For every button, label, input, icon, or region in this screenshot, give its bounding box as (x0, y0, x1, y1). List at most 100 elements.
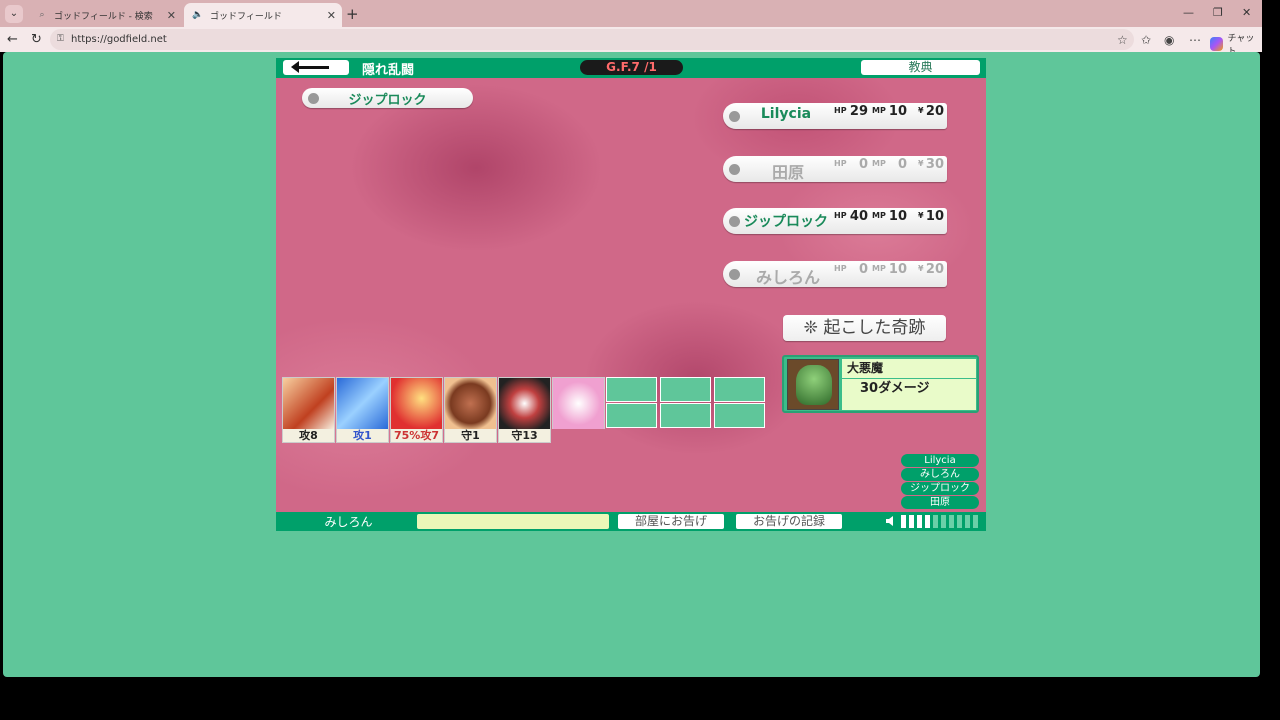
reload-icon[interactable]: ↻ (31, 32, 42, 47)
empty-card-slot (606, 403, 657, 428)
kyoten-button[interactable]: 教典 (861, 60, 980, 75)
game-frame: 隠れ乱闘 G.F.7 /1 教典 ジップロック Lilycia HP 29 MP 10 ¥… (276, 58, 986, 531)
tab-title: ゴッドフィールド - 検索 (54, 11, 153, 22)
player-panel[interactable]: Lilycia HP 29 MP 10 ¥20 (723, 103, 947, 129)
hand-card[interactable] (552, 377, 605, 429)
volume-step[interactable] (949, 515, 954, 528)
card-art (283, 378, 334, 429)
game-top-bar: 隠れ乱闘 G.F.7 /1 教典 (276, 58, 986, 78)
money-value: 30 (925, 157, 944, 172)
volume-step[interactable] (909, 515, 914, 528)
battle-field: ジップロック Lilycia HP 29 MP 10 ¥20 田原 HP 0 MP 0 ¥30 ジップロ… (276, 78, 986, 512)
empty-card-slot (714, 377, 765, 402)
player-name: みしろん (755, 268, 820, 287)
card-art (337, 378, 388, 429)
tab-title: ゴッドフィールド (210, 11, 282, 22)
hp-value: 29 (849, 104, 868, 119)
miracle-event-panel: 大悪魔 30ダメージ (782, 355, 979, 413)
self-player-pill[interactable]: ジップロック (302, 88, 473, 108)
player-panel[interactable]: 田原 HP 0 MP 0 ¥30 (723, 156, 947, 182)
back-button[interactable] (283, 60, 349, 75)
money-value: 20 (925, 104, 944, 119)
minimize-icon[interactable]: — (1183, 6, 1194, 19)
name-list-item[interactable]: Lilycia (901, 454, 979, 467)
mp-value: 0 (897, 157, 907, 172)
player-panel[interactable]: みしろん HP 0 MP 10 ¥20 (723, 261, 947, 287)
event-name: 大悪魔 (842, 359, 976, 378)
close-icon[interactable]: ✕ (167, 9, 176, 22)
more-menu-icon[interactable]: ⋯ (1189, 33, 1201, 47)
money-label: ¥ (918, 159, 924, 168)
hp-label: HP (834, 264, 847, 273)
my-name: みしろん (324, 515, 373, 529)
empty-card-slot (660, 377, 711, 402)
money-label: ¥ (918, 211, 924, 220)
volume-step[interactable] (941, 515, 946, 528)
hand-card[interactable]: 守1 (444, 377, 497, 443)
tab-bar: ⌄ ⌕ ゴッドフィールド - 検索 ✕ 🔈 ゴッドフィールド ✕ + — ❐ ✕ (0, 0, 1262, 27)
player-name: 田原 (771, 163, 804, 182)
search-icon: ⌕ (39, 10, 45, 20)
mp-label: MP (872, 106, 886, 115)
volume-step[interactable] (925, 515, 930, 528)
profile-icon[interactable]: ◉ (1164, 33, 1174, 47)
volume-step[interactable] (957, 515, 962, 528)
restore-icon[interactable]: ❐ (1213, 6, 1223, 19)
empty-card-slot (606, 377, 657, 402)
card-art (499, 378, 550, 429)
site-info-icon[interactable]: ⚿ (57, 29, 64, 50)
volume-step[interactable] (933, 515, 938, 528)
new-tab-button[interactable]: + (346, 5, 359, 23)
speaker-icon: 🔈 (192, 10, 204, 20)
card-label: 攻8 (283, 429, 334, 442)
hand-card[interactable]: 攻1 (336, 377, 389, 443)
empty-card-slot (714, 403, 765, 428)
screen-edge (1262, 0, 1280, 680)
back-icon[interactable]: ← (7, 32, 18, 47)
card-art (553, 378, 604, 429)
volume-step[interactable] (917, 515, 922, 528)
close-window-icon[interactable]: ✕ (1242, 6, 1251, 19)
announce-input[interactable] (417, 514, 609, 529)
demon-icon (796, 365, 832, 405)
game-bottom-bar: みしろん 部屋にお告げ お告げの記録 (276, 512, 986, 531)
volume-step[interactable] (965, 515, 970, 528)
volume-step[interactable] (901, 515, 906, 528)
close-icon[interactable]: ✕ (327, 9, 336, 22)
hp-value: 0 (858, 157, 868, 172)
hp-label: HP (834, 106, 847, 115)
hand-card[interactable]: 攻8 (282, 377, 335, 443)
copilot-icon (1210, 37, 1224, 51)
card-label: 75%攻7 (391, 429, 442, 442)
announce-log-button[interactable]: お告げの記録 (736, 514, 842, 529)
hp-label: HP (834, 211, 847, 220)
hand-card[interactable]: 75%攻7 (390, 377, 443, 443)
mp-label: MP (872, 264, 886, 273)
player-panel[interactable]: ジップロック HP 40 MP 10 ¥10 (723, 208, 947, 234)
address-bar[interactable]: ⚿ https://godfield.net (50, 29, 1134, 50)
card-label: 守13 (499, 429, 550, 442)
left-arrow-icon (291, 61, 329, 73)
favorites-icon[interactable]: ✩ (1141, 33, 1151, 47)
name-list-item[interactable]: ジップロック (901, 482, 979, 495)
name-list-item[interactable]: みしろん (901, 468, 979, 481)
money-value: 20 (925, 262, 944, 277)
mp-value: 10 (888, 262, 907, 277)
announce-room-button[interactable]: 部屋にお告げ (618, 514, 724, 529)
mp-label: MP (872, 211, 886, 220)
favorite-star-icon[interactable]: ☆ (1117, 33, 1128, 47)
url-text: https://godfield.net (71, 34, 167, 45)
status-dot-icon (729, 164, 740, 175)
card-art (391, 378, 442, 429)
hand-card[interactable]: 守13 (498, 377, 551, 443)
tab-search-button[interactable]: ⌄ (5, 5, 23, 23)
money-label: ¥ (918, 264, 924, 273)
hp-value: 40 (849, 209, 868, 224)
volume-step[interactable] (973, 515, 978, 528)
tab-search[interactable]: ⌕ ゴッドフィールド - 検索 ✕ (28, 3, 182, 27)
status-dot-icon (729, 269, 740, 280)
tab-godfield[interactable]: 🔈 ゴッドフィールド ✕ (184, 3, 342, 27)
miracle-button[interactable]: ❊ 起こした奇跡 (783, 315, 946, 341)
speaker-icon[interactable] (885, 515, 897, 527)
name-list-item[interactable]: 田原 (901, 496, 979, 509)
